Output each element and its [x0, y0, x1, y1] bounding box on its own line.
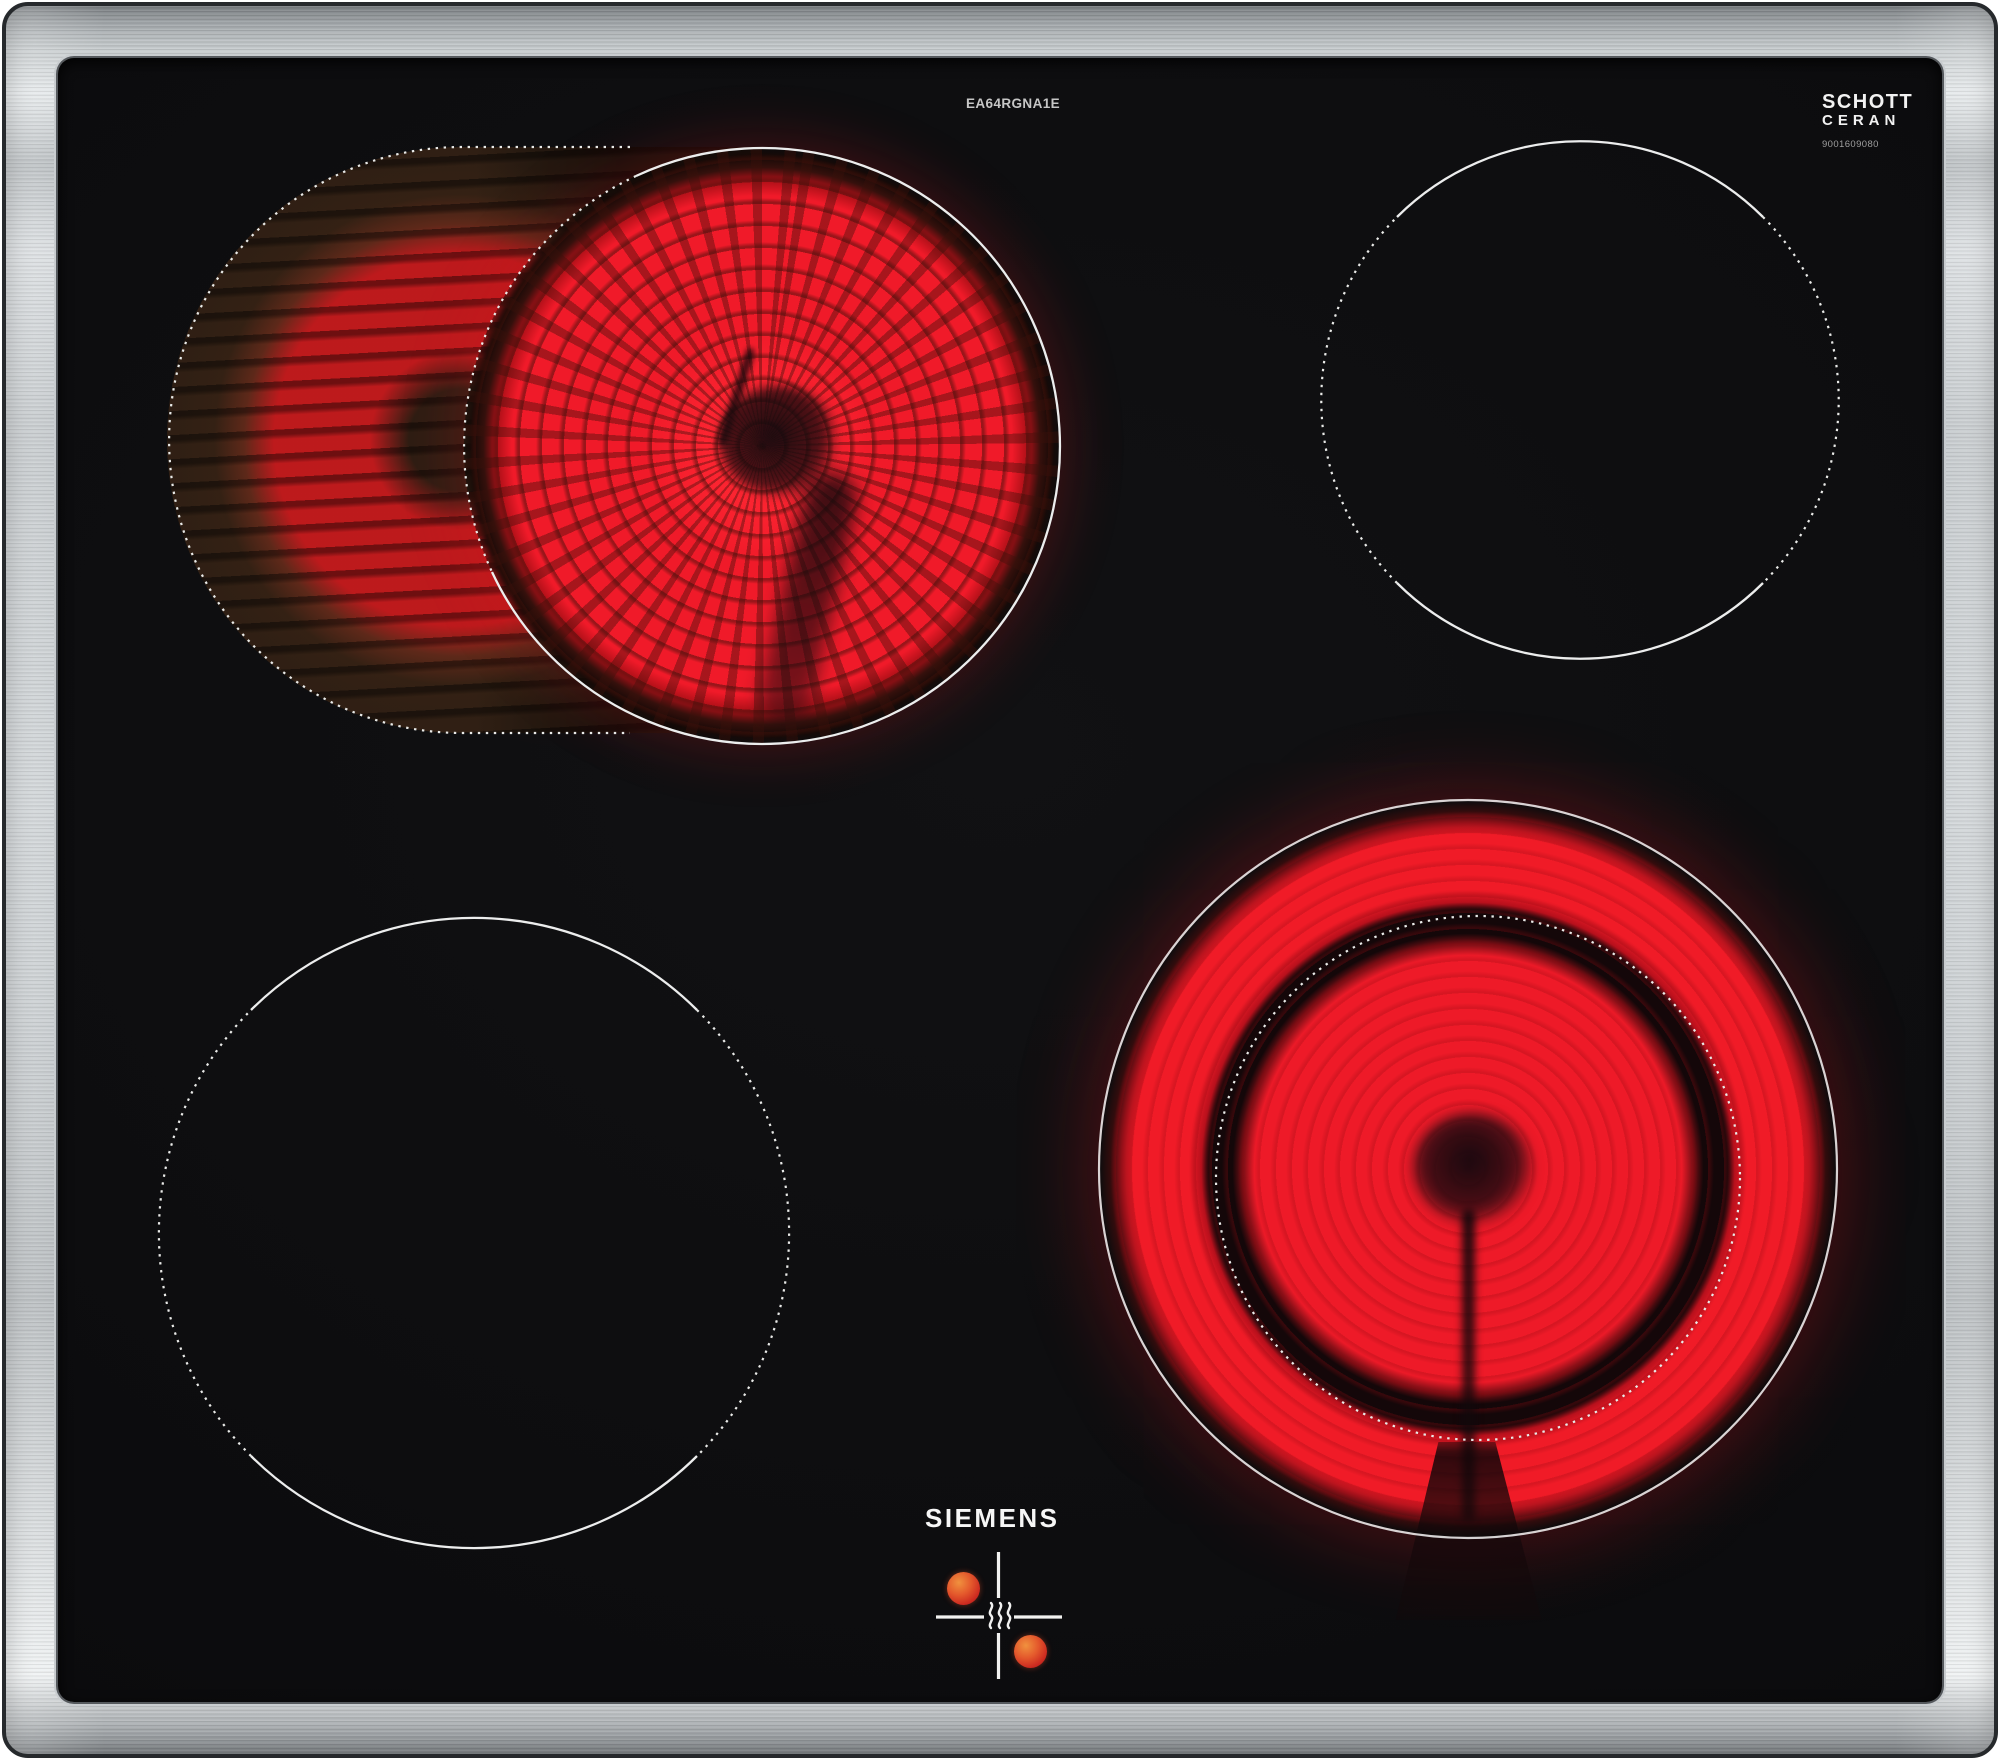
schott-ceran-logo: SCHOTT CERAN 9001609080	[1822, 92, 1932, 150]
glass-serial-code: 9001609080	[1822, 139, 1879, 150]
zone-rear-left-main-glow	[464, 148, 1060, 744]
temperature-sensor-shadow	[1412, 1113, 1532, 1225]
model-number-print: EA64RGNA1E	[966, 96, 1061, 111]
schott-wordmark: SCHOTT	[1822, 91, 1914, 113]
zone-front-right-glow	[1100, 801, 1836, 1537]
siemens-logo: SIEMENS	[925, 1503, 1060, 1533]
residual-heat-dot-front-right	[1014, 1635, 1047, 1668]
product-photo-ceramic-hob: EA64RGNA1E SCHOTT CERAN 9001609080 SIEME…	[0, 0, 2000, 1760]
ceran-wordmark: CERAN	[1822, 112, 1901, 129]
residual-heat-dot-rear-left	[947, 1572, 980, 1605]
sensor-lead-shadow	[753, 467, 863, 729]
